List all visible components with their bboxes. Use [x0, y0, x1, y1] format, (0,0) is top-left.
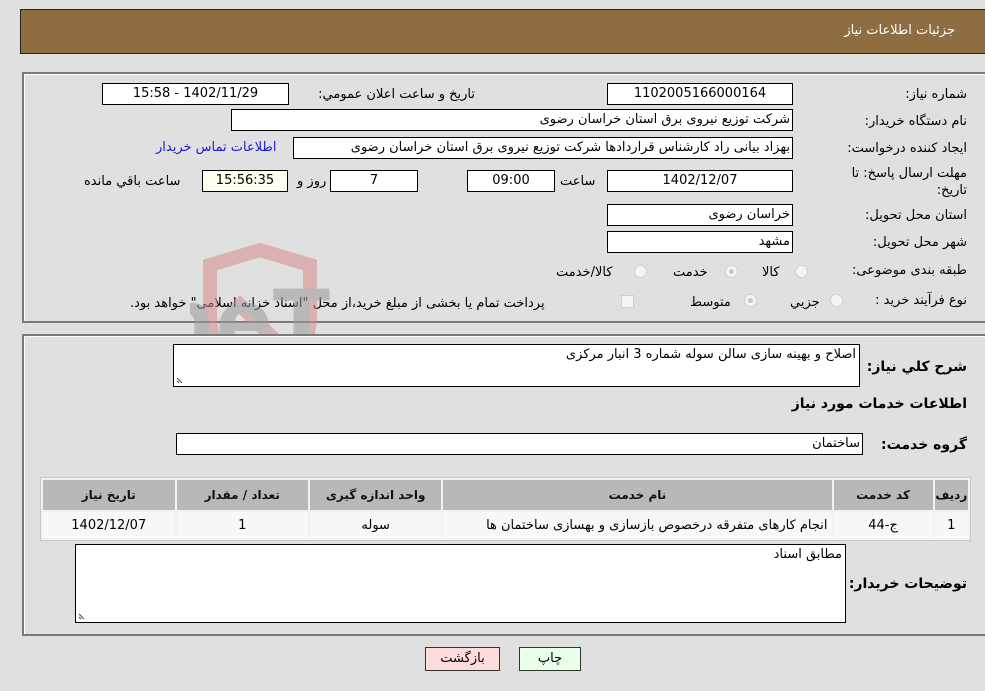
- service-group-label: گروه خدمت:: [881, 437, 967, 453]
- remaining-time-label: ساعت باقي مانده: [84, 174, 181, 189]
- buyer-org-label: نام دستگاه خریدار:: [864, 114, 967, 129]
- services-heading: اطلاعات خدمات مورد نیاز: [791, 396, 967, 412]
- cell-service-name: انجام کارهای متفرقه درخصوص بازسازی و بهس…: [443, 512, 832, 538]
- table-header-row: ردیف کد خدمت نام خدمت واحد اندازه گیری ت…: [43, 480, 968, 510]
- col-service-code: کد خدمت: [833, 480, 933, 510]
- announce-date-field[interactable]: 1402/11/29 - 15:58: [102, 83, 289, 105]
- days-label: روز و: [297, 174, 327, 189]
- treasury-note: پرداخت تمام یا بخشی از مبلغ خرید،از محل …: [130, 296, 545, 311]
- province-field[interactable]: خراسان رضوی: [607, 204, 793, 226]
- back-button[interactable]: بازگشت: [425, 647, 500, 671]
- category-option-goods: کالا: [762, 265, 780, 280]
- col-service-name: نام خدمت: [443, 480, 832, 510]
- col-quantity: تعداد / مقدار: [176, 480, 308, 510]
- buyer-notes-label: توضیحات خریدار:: [848, 576, 967, 592]
- process-option-minor: جزيي: [790, 295, 820, 310]
- deadline-time-field[interactable]: 09:00: [467, 170, 555, 192]
- city-label: شهر محل تحویل:: [872, 235, 967, 250]
- col-unit: واحد اندازه گیری: [309, 480, 442, 510]
- creator-label: ایجاد کننده درخواست:: [847, 141, 967, 156]
- need-number-label: شماره نیاز:: [905, 87, 967, 102]
- cell-service-code: ج-44: [833, 512, 933, 538]
- buyer-org-field[interactable]: شرکت توزیع نیروی برق استان خراسان رضوی: [231, 109, 793, 131]
- print-button[interactable]: چاپ: [519, 647, 581, 671]
- process-option-medium: متوسط: [690, 295, 731, 310]
- buyer-notes-text: مطابق اسناد: [773, 547, 842, 562]
- category-label: طبقه بندی موضوعی:: [851, 263, 967, 278]
- col-row-number: ردیف: [934, 480, 968, 510]
- deadline-time-label: ساعت: [560, 174, 596, 189]
- city-field[interactable]: مشهد: [607, 231, 793, 253]
- description-textarea[interactable]: اصلاح و بهینه سازی سالن سوله شماره 3 انب…: [173, 344, 860, 387]
- description-text: اصلاح و بهینه سازی سالن سوله شماره 3 انب…: [565, 347, 856, 362]
- category-radio-goods[interactable]: [795, 265, 808, 278]
- deadline-date-field[interactable]: 1402/12/07: [607, 170, 793, 192]
- buyer-contact-link[interactable]: اطلاعات تماس خریدار: [156, 140, 276, 155]
- province-label: استان محل تحویل:: [865, 208, 967, 223]
- process-radio-medium[interactable]: [744, 294, 757, 307]
- cell-need-date: 1402/12/07: [43, 512, 175, 538]
- cell-unit: سوله: [309, 512, 442, 538]
- remaining-time-field[interactable]: 15:56:35: [202, 170, 288, 192]
- page-title: جزئیات اطلاعات نیاز: [844, 23, 955, 38]
- description-label: شرح کلي نیاز:: [866, 359, 967, 375]
- announce-date-label: تاریخ و ساعت اعلان عمومي:: [318, 87, 475, 102]
- col-need-date: تاریخ نیاز: [43, 480, 175, 510]
- deadline-label-date: تاریخ:: [936, 183, 967, 198]
- buyer-notes-textarea[interactable]: مطابق اسناد: [75, 544, 846, 623]
- deadline-label: مهلت ارسال پاسخ: تا: [851, 166, 967, 181]
- creator-field[interactable]: بهزاد بیانی راد کارشناس قراردادها شرکت ت…: [293, 137, 793, 159]
- service-group-field[interactable]: ساختمان: [176, 433, 863, 455]
- page-header: جزئیات اطلاعات نیاز: [20, 9, 985, 54]
- need-number-field[interactable]: 1102005166000164: [607, 83, 793, 105]
- category-radio-goods-service[interactable]: [634, 265, 647, 278]
- category-option-service: خدمت: [673, 265, 708, 280]
- services-table: ردیف کد خدمت نام خدمت واحد اندازه گیری ت…: [40, 477, 971, 541]
- resize-grip-icon[interactable]: [78, 611, 87, 620]
- cell-quantity: 1: [176, 512, 308, 538]
- category-radio-service[interactable]: [725, 265, 738, 278]
- days-remaining-field[interactable]: 7: [330, 170, 418, 192]
- cell-row-number: 1: [934, 512, 968, 538]
- resize-grip-icon[interactable]: [176, 375, 185, 384]
- process-radio-minor[interactable]: [830, 294, 843, 307]
- category-option-goods-service: کالا/خدمت: [556, 265, 613, 280]
- table-row: 1 ج-44 انجام کارهای متفرقه درخصوص بازساز…: [43, 512, 968, 538]
- treasury-checkbox[interactable]: [621, 295, 634, 308]
- process-label: نوع فرآیند خرید :: [875, 293, 967, 308]
